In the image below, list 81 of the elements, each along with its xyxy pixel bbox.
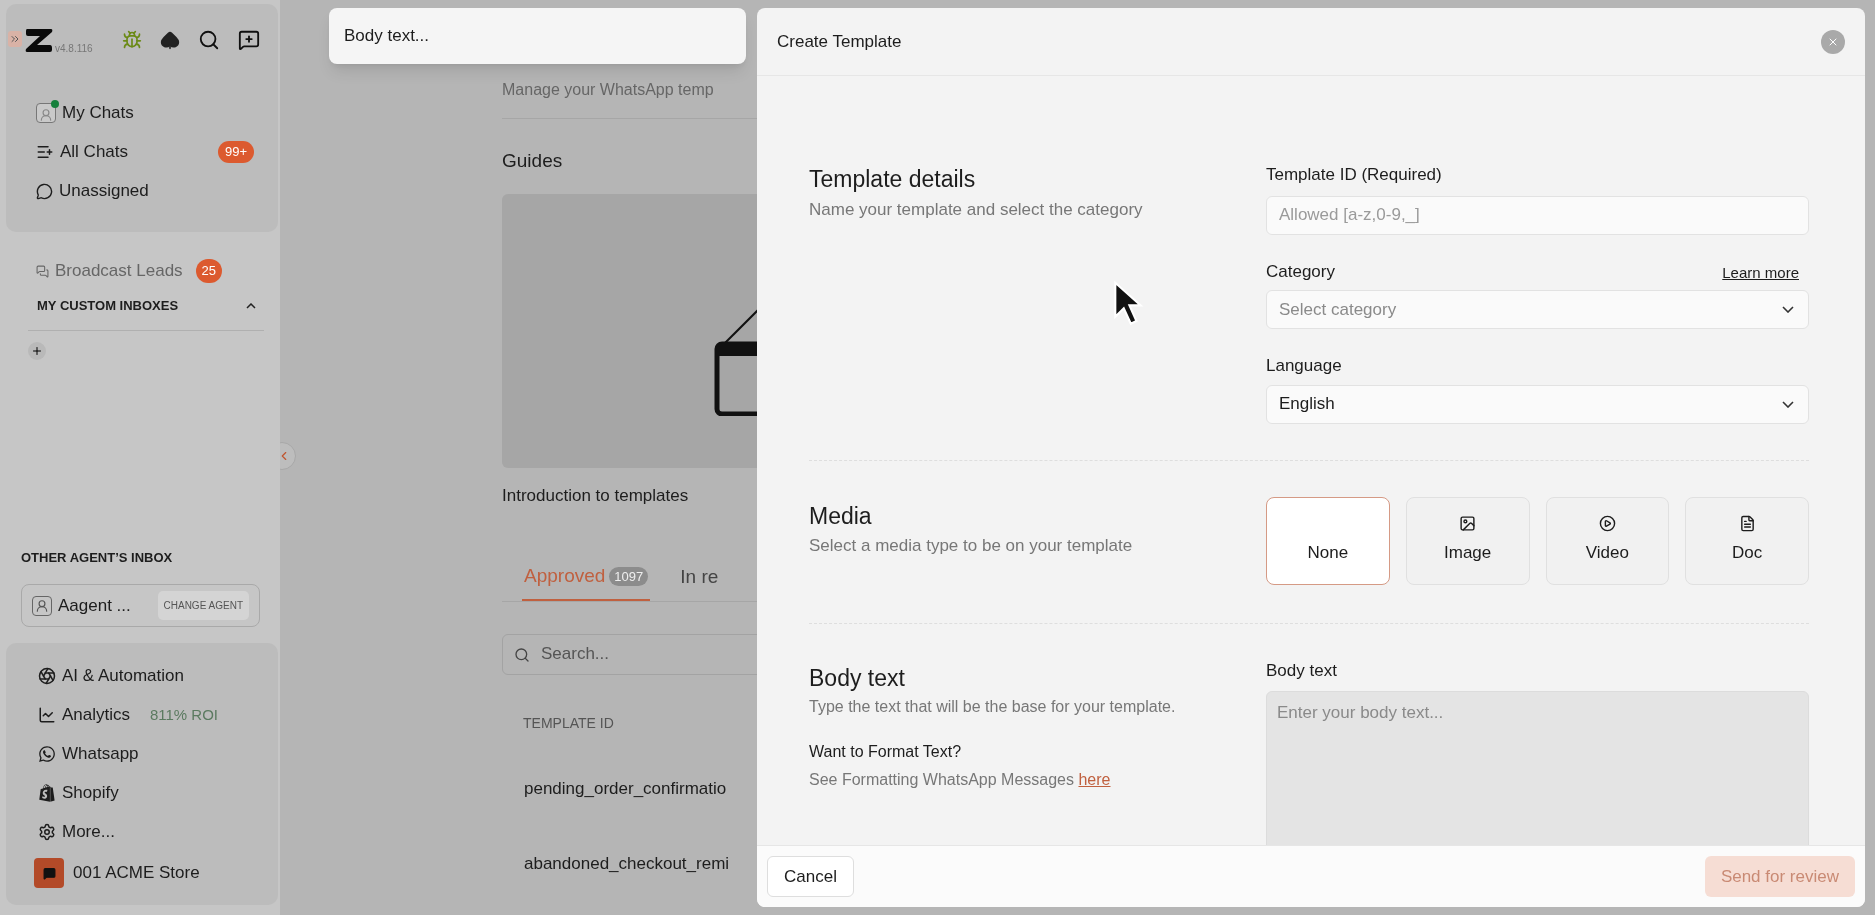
- chat-bubble-icon: [36, 182, 53, 200]
- format-hint: See Formatting WhatsApp Messages here: [809, 770, 1112, 790]
- section-subtitle: Select a media type to be on your template: [809, 535, 1134, 557]
- column-header: TEMPLATE ID: [523, 713, 615, 733]
- nav-item[interactable]: Broadcast Leads 25: [36, 258, 222, 284]
- shopping-bag-icon: [38, 784, 56, 802]
- table-cell-text: pending_order_confirmatio: [524, 777, 728, 800]
- media-option[interactable]: Video: [1545, 496, 1670, 585]
- nav-item[interactable]: More...: [38, 819, 218, 845]
- section-heading: OTHER AGENT’S INBOX: [21, 548, 174, 567]
- body-text-field[interactable]: Enter your body text...: [1266, 691, 1809, 845]
- change-agent-button[interactable]: CHANGE AGENT: [157, 591, 249, 620]
- section-subtitle: Name your template and select the category: [809, 198, 1144, 221]
- line-chart-icon: [38, 706, 56, 724]
- search-icon: [514, 646, 530, 663]
- close-button[interactable]: [1821, 29, 1845, 54]
- chevron-up-icon[interactable]: [246, 303, 256, 309]
- count-badge: 99+: [217, 141, 254, 163]
- chevron-down-icon: [1782, 400, 1794, 408]
- bug-icon[interactable]: [122, 30, 142, 50]
- cursor-icon: [1112, 280, 1144, 328]
- section-heading: MY CUSTOM INBOXES: [37, 297, 179, 316]
- gear-icon: [38, 823, 56, 841]
- search-field[interactable]: Search...: [502, 633, 757, 675]
- double-chevron-icon: [9, 33, 21, 45]
- section-title: Body text: [809, 663, 906, 693]
- agent-selector[interactable]: Aagent ... CHANGE AGENT: [21, 584, 260, 627]
- agent-name: Aagent ...: [58, 594, 131, 617]
- play-icon: [1598, 515, 1616, 532]
- section-subtitle: Type the text that will be the base for your template.: [809, 697, 1177, 717]
- section-title: Template details: [809, 165, 977, 194]
- count-badge: 25: [195, 259, 222, 283]
- field-label: Body text: [1266, 659, 1338, 682]
- chats-icon: [36, 264, 49, 278]
- here-link[interactable]: here: [1078, 771, 1111, 788]
- guide-thumbnail[interactable]: [502, 193, 757, 468]
- add-inbox-button[interactable]: [28, 342, 46, 360]
- whatsapp-icon: [38, 745, 56, 763]
- spade-icon[interactable]: [160, 30, 180, 50]
- logo-icon: [24, 27, 54, 53]
- select-field[interactable]: English: [1266, 384, 1809, 424]
- list-icon: [36, 143, 54, 161]
- aperture-icon: [38, 667, 56, 685]
- media-option[interactable]: Image: [1405, 496, 1530, 585]
- table-cell-text: abandoned_checkout_remi: [524, 853, 731, 875]
- nav-item[interactable]: Whatsapp: [38, 741, 218, 767]
- nav-item[interactable]: Shopify: [38, 780, 218, 806]
- page-subtitle: Manage your WhatsApp temp: [502, 80, 715, 100]
- nav-item[interactable]: Analytics 811% ROI: [38, 702, 218, 728]
- input-field[interactable]: Allowed [a-z,0-9,_]: [1266, 195, 1809, 235]
- section-title: Media: [809, 501, 873, 531]
- image-icon: [1459, 515, 1477, 532]
- guide-caption: Introduction to templates: [502, 484, 690, 507]
- avatar-icon: [32, 595, 52, 616]
- nav-item[interactable]: AI & Automation: [38, 663, 218, 689]
- version-label: v4.8.116: [55, 42, 93, 56]
- store-icon: [34, 858, 64, 888]
- search-icon[interactable]: [198, 29, 220, 51]
- modal-title: Create Template: [777, 30, 902, 53]
- count-badge: 1097: [609, 566, 649, 586]
- nav-item[interactable]: Unassigned: [36, 178, 254, 204]
- field-label: Language: [1266, 355, 1343, 377]
- store-item[interactable]: 001 ACME Store: [34, 858, 218, 888]
- field-label: Category: [1266, 260, 1335, 283]
- popup-text: Body text...: [344, 25, 430, 48]
- format-title: Want to Format Text?: [809, 742, 963, 762]
- plus-icon: [31, 345, 43, 357]
- tab[interactable]: In re: [680, 562, 719, 601]
- nav-item[interactable]: My Chats: [36, 100, 254, 126]
- media-option[interactable]: Doc: [1685, 496, 1809, 585]
- new-chat-icon[interactable]: [238, 29, 260, 51]
- roi-label: 811% ROI: [149, 704, 218, 725]
- expand-button[interactable]: [8, 31, 22, 47]
- document-icon: [1738, 515, 1756, 532]
- chevron-down-icon: [1782, 306, 1794, 313]
- cancel-button[interactable]: Cancel: [767, 856, 854, 897]
- learn-more-link[interactable]: Learn more: [1722, 261, 1799, 284]
- field-label: Template ID (Required): [1266, 164, 1443, 186]
- section-title: Guides: [502, 149, 564, 173]
- nav-item[interactable]: All Chats 99+: [36, 139, 254, 165]
- media-option[interactable]: None: [1266, 496, 1390, 585]
